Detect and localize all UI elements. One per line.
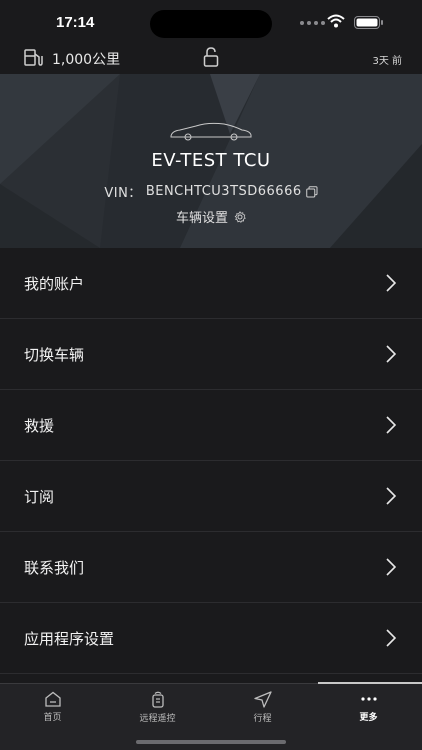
menu-item-contact-us[interactable]: 联系我们 bbox=[0, 532, 422, 603]
more-menu: 我的账户 切换车辆 救援 订阅 联系我们 应用程序设置 bbox=[0, 248, 422, 674]
navigation-arrow-icon bbox=[253, 691, 272, 708]
status-time: 17:14 bbox=[56, 14, 95, 31]
menu-item-label: 切换车辆 bbox=[24, 346, 85, 364]
mileage-readout: 1,000公里 bbox=[52, 52, 121, 68]
car-icon bbox=[170, 122, 252, 141]
tab-home[interactable]: 首页 bbox=[0, 684, 105, 728]
chevron-right-icon bbox=[386, 274, 396, 292]
tab-label: 远程遥控 bbox=[139, 714, 176, 724]
wifi-icon bbox=[327, 14, 345, 28]
chevron-right-icon bbox=[386, 487, 396, 505]
more-dots-icon bbox=[360, 697, 377, 701]
menu-item-label: 救援 bbox=[24, 417, 55, 435]
vehicle-name: EV-TEST TCU bbox=[151, 150, 271, 171]
chevron-right-icon bbox=[386, 345, 396, 363]
vin-label: VIN： bbox=[104, 186, 142, 201]
vehicle-settings-link[interactable]: 车辆设置 bbox=[0, 207, 422, 226]
menu-item-label: 我的账户 bbox=[24, 275, 85, 293]
gear-icon bbox=[234, 210, 246, 223]
vehicle-settings-label: 车辆设置 bbox=[175, 211, 228, 226]
menu-item-my-account[interactable]: 我的账户 bbox=[0, 248, 422, 319]
vehicle-header: EV-TEST TCU VIN： BENCHTCU3TSD66666 车辆设置 bbox=[0, 74, 422, 248]
tab-more[interactable]: 更多 bbox=[316, 684, 421, 728]
tab-remote-control[interactable]: 远程遥控 bbox=[105, 684, 210, 728]
remote-key-icon bbox=[151, 691, 164, 708]
vehicle-info-row: 1,000公里 3天 前 bbox=[0, 44, 422, 74]
tab-trips[interactable]: 行程 bbox=[210, 684, 315, 728]
menu-item-label: 联系我们 bbox=[24, 559, 85, 577]
tab-label: 首页 bbox=[43, 713, 62, 723]
battery-icon bbox=[354, 16, 383, 29]
home-indicator[interactable] bbox=[136, 740, 286, 744]
menu-item-subscription[interactable]: 订阅 bbox=[0, 461, 422, 532]
menu-item-label: 应用程序设置 bbox=[24, 630, 115, 648]
cellular-signal-icon bbox=[300, 21, 325, 25]
last-updated-label: 3天 前 bbox=[372, 56, 402, 67]
vin-row: VIN： BENCHTCU3TSD66666 bbox=[0, 182, 422, 201]
chevron-right-icon bbox=[386, 629, 396, 647]
menu-item-app-settings[interactable]: 应用程序设置 bbox=[0, 603, 422, 674]
dynamic-island bbox=[150, 10, 272, 38]
home-icon bbox=[44, 691, 61, 707]
charging-station-icon bbox=[24, 49, 43, 66]
chevron-right-icon bbox=[386, 558, 396, 576]
unlock-icon[interactable] bbox=[203, 47, 219, 67]
tab-label: 行程 bbox=[253, 714, 272, 724]
menu-item-rescue[interactable]: 救援 bbox=[0, 390, 422, 461]
status-bar: 17:14 bbox=[0, 0, 422, 44]
vin-value: BENCHTCU3TSD66666 bbox=[145, 184, 302, 199]
menu-item-label: 订阅 bbox=[24, 488, 55, 506]
copy-icon[interactable] bbox=[305, 185, 318, 198]
menu-item-switch-vehicle[interactable]: 切换车辆 bbox=[0, 319, 422, 390]
tab-label: 更多 bbox=[359, 713, 378, 723]
chevron-right-icon bbox=[386, 416, 396, 434]
